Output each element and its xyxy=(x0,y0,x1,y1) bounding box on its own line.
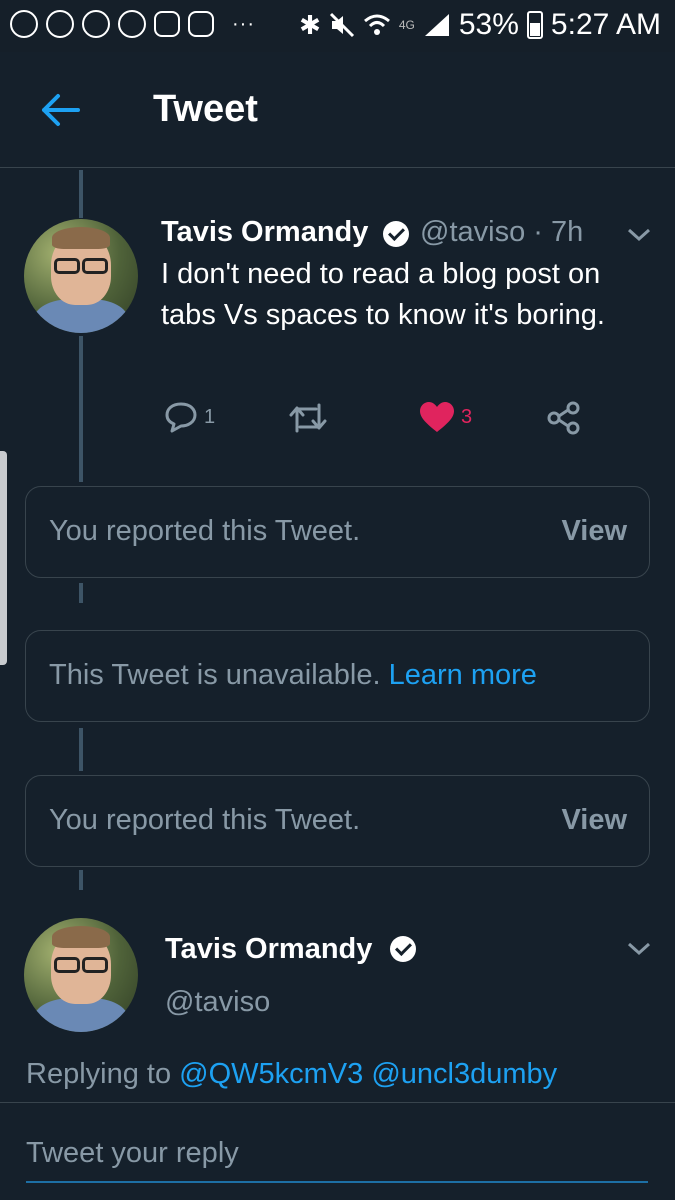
notification-icons: ··· xyxy=(10,10,255,38)
notice-text: This Tweet is unavailable. xyxy=(49,659,381,691)
retweet-button[interactable] xyxy=(288,401,328,435)
wifi-icon xyxy=(363,14,390,35)
reply-button[interactable]: 1 xyxy=(164,401,215,433)
thread-line xyxy=(79,170,83,218)
chat-bubble-icon xyxy=(10,10,38,38)
bluetooth-icon: ✱ xyxy=(299,9,321,40)
tweet-author-name[interactable]: Tavis Ormandy xyxy=(161,216,368,249)
share-button[interactable] xyxy=(547,401,581,435)
battery-percent: 53% xyxy=(458,8,519,41)
chevron-down-icon[interactable] xyxy=(626,226,652,244)
tweet-text: I don't need to read a blog post on tabs… xyxy=(161,258,605,331)
reply-bar xyxy=(0,1102,675,1200)
reply-count: 1 xyxy=(204,405,216,428)
tweet-time: · 7h xyxy=(533,216,584,248)
tweet-author-handle: @taviso xyxy=(165,986,271,1018)
chevron-down-icon[interactable] xyxy=(626,940,652,958)
heart-icon xyxy=(420,402,454,432)
mention-link[interactable]: @QW5kcmV3 xyxy=(179,1058,363,1090)
avatar[interactable] xyxy=(24,918,138,1032)
learn-more-link[interactable]: Learn more xyxy=(389,659,537,691)
thread-line xyxy=(79,870,83,890)
reported-tweet-notice: You reported this Tweet. View xyxy=(25,775,650,867)
replying-to: Replying to @QW5kcmV3 @uncl3dumby xyxy=(26,1058,558,1090)
avatar[interactable] xyxy=(24,219,138,333)
instagram-icon xyxy=(188,11,214,37)
instagram-icon xyxy=(154,11,180,37)
back-button[interactable] xyxy=(38,90,82,130)
view-button[interactable]: View xyxy=(561,804,627,837)
thread-line xyxy=(79,728,83,771)
share-icon xyxy=(547,401,580,435)
tweet-author-name[interactable]: Tavis Ormandy xyxy=(165,933,372,966)
retweet-icon xyxy=(289,403,327,433)
edge-panel-handle[interactable] xyxy=(0,451,7,665)
page-title: Tweet xyxy=(153,88,258,130)
status-bar: ··· ✱ 4G 53% 5:27 AM xyxy=(0,0,675,52)
messenger-icon xyxy=(118,10,146,38)
like-count: 3 xyxy=(461,405,473,428)
verified-badge-icon xyxy=(383,221,409,247)
shield-alert-icon xyxy=(82,10,110,38)
thread-line xyxy=(79,583,83,603)
clock: 5:27 AM xyxy=(550,8,661,41)
notice-text: You reported this Tweet. xyxy=(49,515,361,547)
like-button[interactable]: 3 xyxy=(419,401,472,433)
reply-icon xyxy=(165,402,197,433)
verified-badge-icon xyxy=(390,936,416,962)
account-circle-icon xyxy=(46,10,74,38)
arrow-left-icon xyxy=(42,94,80,126)
network-type: 4G xyxy=(398,18,415,32)
tweet-author-handle: @taviso · 7h xyxy=(420,216,584,248)
top-app-bar: Tweet xyxy=(0,52,675,168)
mention-link[interactable]: @uncl3dumby xyxy=(371,1058,557,1090)
mute-icon xyxy=(329,12,354,38)
reply-input[interactable] xyxy=(26,1135,648,1183)
battery-icon xyxy=(526,11,543,39)
reported-tweet-notice: You reported this Tweet. View xyxy=(25,486,650,578)
notice-text: You reported this Tweet. xyxy=(49,804,361,836)
view-button[interactable]: View xyxy=(561,515,627,548)
thread-line xyxy=(79,336,83,482)
system-icons: ✱ 4G 53% 5:27 AM xyxy=(299,8,661,42)
signal-icon xyxy=(424,14,449,36)
unavailable-tweet-notice: This Tweet is unavailable. Learn more xyxy=(25,630,650,722)
more-notifications-icon: ··· xyxy=(232,12,255,35)
